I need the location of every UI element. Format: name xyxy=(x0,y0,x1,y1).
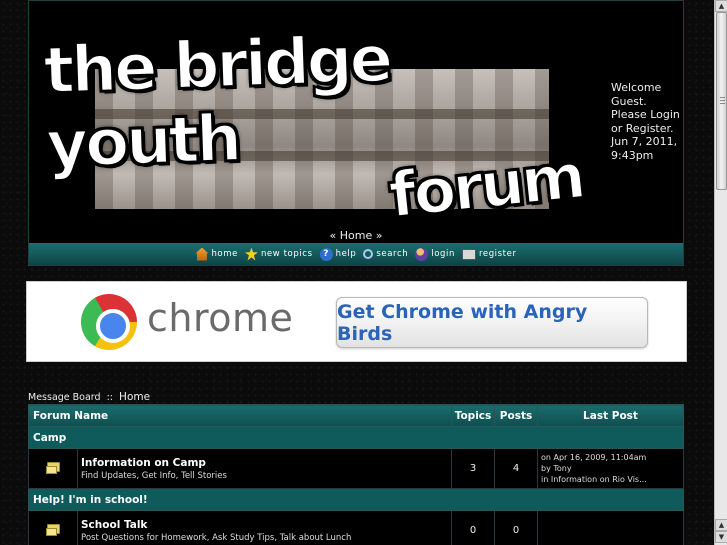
search-icon xyxy=(363,249,374,259)
category-row: Camp xyxy=(28,426,684,449)
home-icon xyxy=(195,247,209,261)
last-post-thread[interactable]: in Information on Rio Vis... xyxy=(541,474,683,485)
login-icon xyxy=(415,247,429,261)
board-description: Find Updates, Get Info, Tell Stories xyxy=(81,470,227,481)
scroll-up-arrow-icon[interactable]: ▲ xyxy=(715,0,727,12)
last-post-author[interactable]: by Tony xyxy=(541,463,683,474)
forum-header: the bridge youth forum Welcome Guest. Pl… xyxy=(28,0,684,266)
board-last-post: on Apr 16, 2009, 11:04am by Tony in Info… xyxy=(537,448,684,489)
category-name[interactable]: Help! I'm in school! xyxy=(28,488,684,511)
folder-icon xyxy=(45,462,60,474)
breadcrumb-separator: :: xyxy=(106,392,114,403)
menu-help-label: help xyxy=(335,249,357,259)
col-topics: Topics xyxy=(451,404,495,427)
home-crumb-link[interactable]: « Home » xyxy=(29,229,683,242)
col-forum-name: Forum Name xyxy=(28,404,452,427)
col-last-post: Last Post xyxy=(537,404,684,427)
last-post-date[interactable]: on Apr 16, 2009, 11:04am xyxy=(541,452,683,463)
menu-search[interactable]: search xyxy=(363,249,408,259)
chrome-ad-banner[interactable]: chrome Get Chrome with Angry Birds xyxy=(26,281,687,362)
scroll-up-arrow-icon[interactable]: ▲ xyxy=(715,519,727,531)
chrome-wordmark: chrome xyxy=(147,296,294,340)
folder-icon xyxy=(45,524,60,536)
board-description: Post Questions for Homework, Ask Study T… xyxy=(81,532,352,543)
star-icon xyxy=(244,247,258,261)
chrome-logo-icon xyxy=(81,294,137,350)
category-name[interactable]: Camp xyxy=(28,426,684,449)
menu-new-topics-label: new topics xyxy=(260,249,313,259)
menu-login-label: login xyxy=(431,249,455,259)
menu-help[interactable]: ? help xyxy=(319,247,357,261)
vertical-scrollbar[interactable]: ▲ ▲ ▼ xyxy=(714,0,727,545)
menu-home[interactable]: home xyxy=(195,247,238,261)
board-name-link[interactable]: School Talk xyxy=(81,519,451,531)
breadcrumb: Message Board :: Home xyxy=(28,391,150,403)
menu-register-label: register xyxy=(478,249,517,259)
menu-search-label: search xyxy=(376,249,409,259)
board-last-post xyxy=(537,510,684,545)
main-menu: home new topics ? help search login regi… xyxy=(29,243,683,265)
board-posts-count: 0 xyxy=(494,510,538,545)
register-icon xyxy=(461,248,476,260)
get-chrome-button[interactable]: Get Chrome with Angry Birds xyxy=(336,297,648,348)
forum-table: Forum Name Topics Posts Last Post Camp I… xyxy=(28,404,684,545)
board-posts-count: 4 xyxy=(494,448,538,489)
board-topics-count: 3 xyxy=(451,448,495,489)
menu-register[interactable]: register xyxy=(461,248,517,260)
menu-new-topics[interactable]: new topics xyxy=(244,247,313,261)
table-row: School Talk Post Questions for Homework,… xyxy=(28,510,684,545)
menu-login[interactable]: login xyxy=(415,247,455,261)
breadcrumb-board[interactable]: Message Board xyxy=(28,392,101,403)
col-posts: Posts xyxy=(494,404,538,427)
board-name-link[interactable]: Information on Camp xyxy=(81,457,451,469)
scrollbar-thumb[interactable] xyxy=(716,12,727,190)
category-row: Help! I'm in school! xyxy=(28,488,684,511)
forum-banner: the bridge youth forum xyxy=(39,11,599,233)
forum-table-header: Forum Name Topics Posts Last Post xyxy=(28,404,684,427)
scroll-down-arrow-icon[interactable]: ▼ xyxy=(715,531,727,543)
table-row: Information on Camp Find Updates, Get In… xyxy=(28,448,684,489)
menu-home-label: home xyxy=(211,249,238,259)
breadcrumb-home[interactable]: Home xyxy=(119,391,150,403)
board-topics-count: 0 xyxy=(451,510,495,545)
welcome-text: Welcome Guest. Please Login or Register.… xyxy=(611,81,680,162)
help-icon: ? xyxy=(319,247,333,261)
